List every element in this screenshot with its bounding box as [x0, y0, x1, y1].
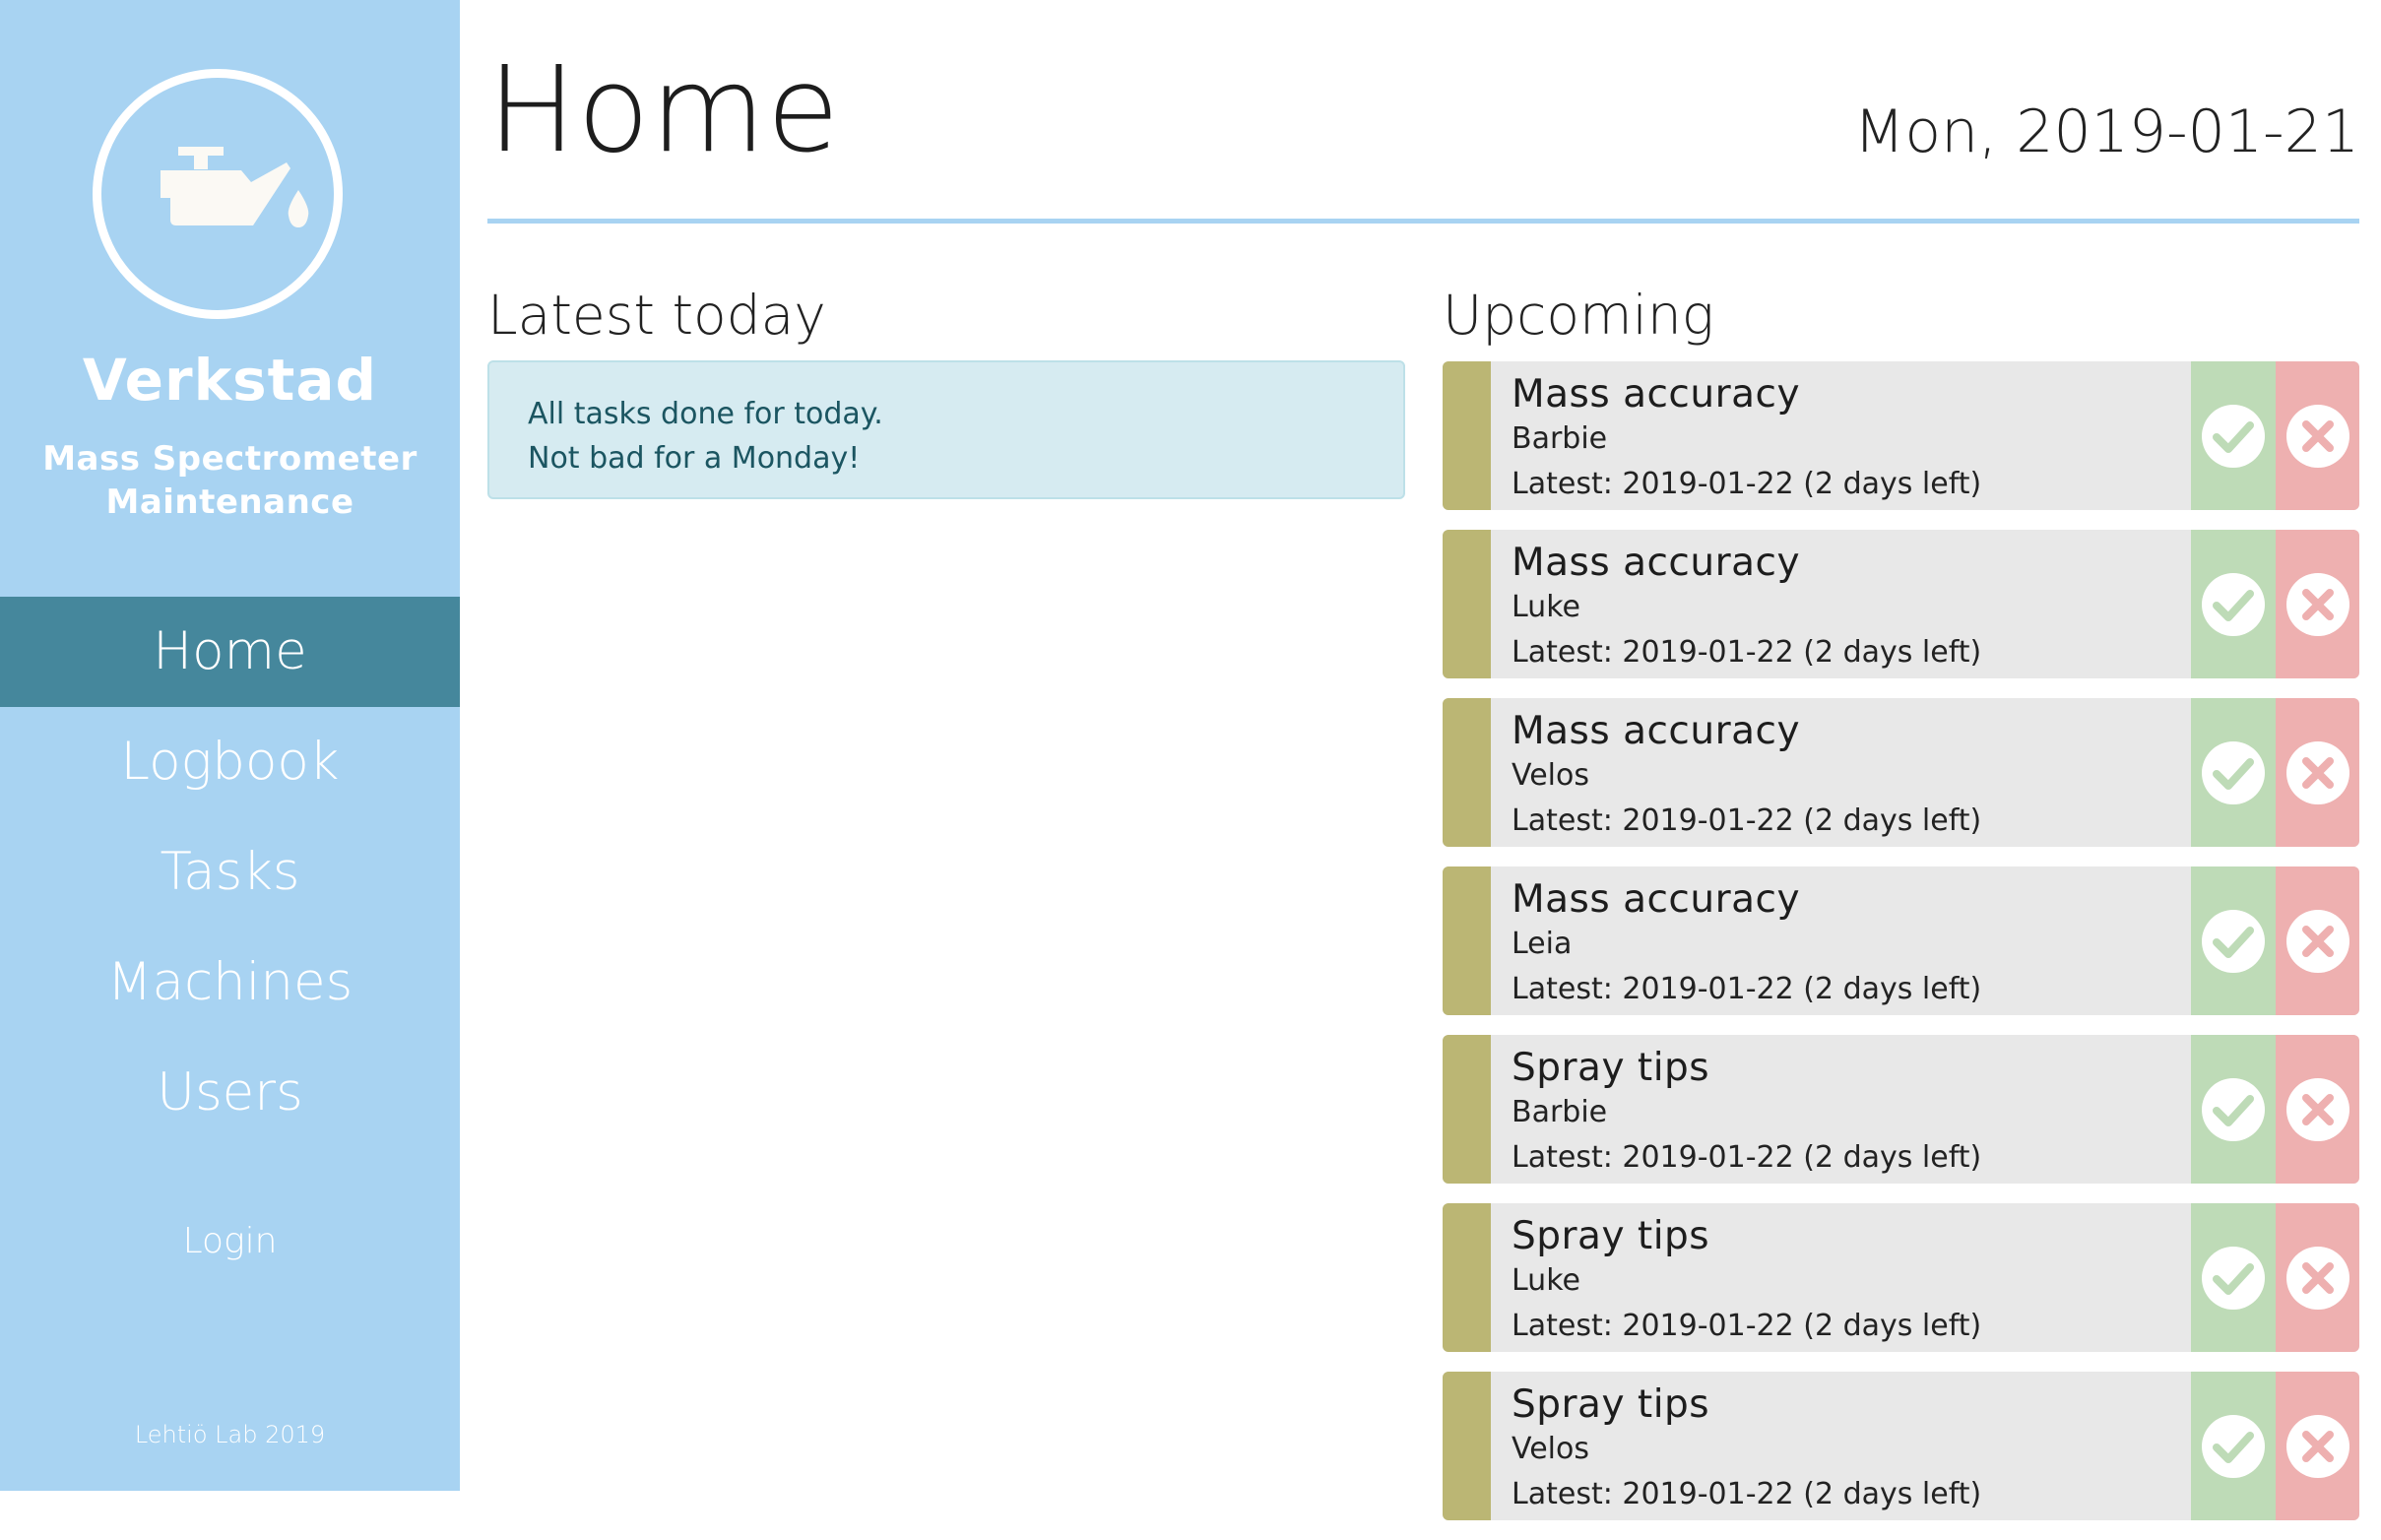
skip-task-button[interactable] — [2276, 866, 2359, 1015]
nav-item-users[interactable]: Users — [0, 1038, 460, 1148]
task-machine: Barbie — [1512, 1095, 1608, 1129]
latest-today-alert: All tasks done for today. Not bad for a … — [487, 360, 1405, 499]
brand-subtitle-line2: Maintenance — [105, 482, 354, 522]
task-name: Mass accuracy — [1512, 541, 1801, 585]
check-icon — [2202, 740, 2265, 804]
task-deadline: Latest: 2019-01-22 (2 days left) — [1512, 467, 1982, 501]
task-status-stripe — [1443, 866, 1491, 1015]
check-icon — [2202, 404, 2265, 468]
task-machine: Velos — [1512, 1432, 1589, 1466]
skip-task-button[interactable] — [2276, 1035, 2359, 1184]
task-machine: Leia — [1512, 927, 1573, 961]
task-name: Mass accuracy — [1512, 877, 1801, 922]
task-status-stripe — [1443, 530, 1491, 678]
brand-subtitle-line1: Mass Spectrometer — [42, 439, 418, 479]
task-status-stripe — [1443, 1203, 1491, 1352]
mark-done-button[interactable] — [2191, 866, 2276, 1015]
mark-done-button[interactable] — [2191, 1035, 2276, 1184]
close-icon — [2285, 1077, 2349, 1141]
task-deadline: Latest: 2019-01-22 (2 days left) — [1512, 635, 1982, 670]
sidebar: Verkstad Mass Spectrometer Maintenance H… — [0, 0, 460, 1491]
skip-task-button[interactable] — [2276, 361, 2359, 510]
task-status-stripe — [1443, 1035, 1491, 1184]
task-name: Spray tips — [1512, 1214, 1710, 1258]
task-status-stripe — [1443, 361, 1491, 510]
task-machine: Barbie — [1512, 421, 1608, 456]
check-icon — [2202, 1077, 2265, 1141]
task-name: Spray tips — [1512, 1046, 1710, 1090]
task-deadline: Latest: 2019-01-22 (2 days left) — [1512, 1309, 1982, 1343]
task-name: Spray tips — [1512, 1382, 1710, 1427]
check-icon — [2202, 572, 2265, 636]
page-title: Home — [487, 42, 841, 179]
task-machine: Luke — [1512, 1263, 1580, 1298]
close-icon — [2285, 909, 2349, 973]
nav-item-tasks[interactable]: Tasks — [0, 817, 460, 928]
nav-item-home[interactable]: Home — [0, 597, 460, 707]
task-status-stripe — [1443, 698, 1491, 847]
task-card: Spray tips Velos Latest: 2019-01-22 (2 d… — [1443, 1372, 2359, 1520]
task-card: Spray tips Barbie Latest: 2019-01-22 (2 … — [1443, 1035, 2359, 1184]
nav-item-machines[interactable]: Machines — [0, 928, 460, 1038]
task-card: Mass accuracy Luke Latest: 2019-01-22 (2… — [1443, 530, 2359, 678]
close-icon — [2285, 1246, 2349, 1310]
oil-can-icon — [161, 147, 309, 227]
task-machine: Velos — [1512, 758, 1589, 793]
task-card: Mass accuracy Leia Latest: 2019-01-22 (2… — [1443, 866, 2359, 1015]
skip-task-button[interactable] — [2276, 698, 2359, 847]
logo — [93, 69, 343, 319]
latest-today-heading: Latest today — [487, 284, 826, 347]
check-icon — [2202, 1246, 2265, 1310]
brand-subtitle: Mass Spectrometer Maintenance — [0, 437, 460, 524]
check-icon — [2202, 909, 2265, 973]
main-nav: Home Logbook Tasks Machines Users — [0, 597, 460, 1148]
task-deadline: Latest: 2019-01-22 (2 days left) — [1512, 803, 1982, 838]
skip-task-button[interactable] — [2276, 1203, 2359, 1352]
skip-task-button[interactable] — [2276, 530, 2359, 678]
nav-item-logbook[interactable]: Logbook — [0, 707, 460, 817]
task-card: Mass accuracy Barbie Latest: 2019-01-22 … — [1443, 361, 2359, 510]
upcoming-heading: Upcoming — [1443, 284, 1714, 347]
skip-task-button[interactable] — [2276, 1372, 2359, 1520]
alert-message-line1: All tasks done for today. — [528, 397, 883, 431]
upcoming-task-list: Mass accuracy Barbie Latest: 2019-01-22 … — [1443, 361, 2359, 1540]
header-divider — [487, 219, 2359, 224]
task-status-stripe — [1443, 1372, 1491, 1520]
task-card: Spray tips Luke Latest: 2019-01-22 (2 da… — [1443, 1203, 2359, 1352]
login-link[interactable]: Login — [0, 1221, 460, 1261]
close-icon — [2285, 740, 2349, 804]
alert-message-line2: Not bad for a Monday! — [528, 441, 861, 476]
task-card: Mass accuracy Velos Latest: 2019-01-22 (… — [1443, 698, 2359, 847]
mark-done-button[interactable] — [2191, 530, 2276, 678]
task-name: Mass accuracy — [1512, 372, 1801, 417]
close-icon — [2285, 572, 2349, 636]
task-deadline: Latest: 2019-01-22 (2 days left) — [1512, 1477, 1982, 1511]
mark-done-button[interactable] — [2191, 1372, 2276, 1520]
task-deadline: Latest: 2019-01-22 (2 days left) — [1512, 972, 1982, 1006]
mark-done-button[interactable] — [2191, 698, 2276, 847]
close-icon — [2285, 404, 2349, 468]
check-icon — [2202, 1414, 2265, 1478]
mark-done-button[interactable] — [2191, 1203, 2276, 1352]
close-icon — [2285, 1414, 2349, 1478]
brand-name: Verkstad — [82, 347, 378, 414]
current-date: Mon, 2019-01-21 — [1853, 97, 2359, 166]
task-deadline: Latest: 2019-01-22 (2 days left) — [1512, 1140, 1982, 1175]
task-machine: Luke — [1512, 590, 1580, 624]
task-name: Mass accuracy — [1512, 709, 1801, 753]
mark-done-button[interactable] — [2191, 361, 2276, 510]
footer-credit: Lehtiö Lab 2019 — [134, 1421, 326, 1448]
